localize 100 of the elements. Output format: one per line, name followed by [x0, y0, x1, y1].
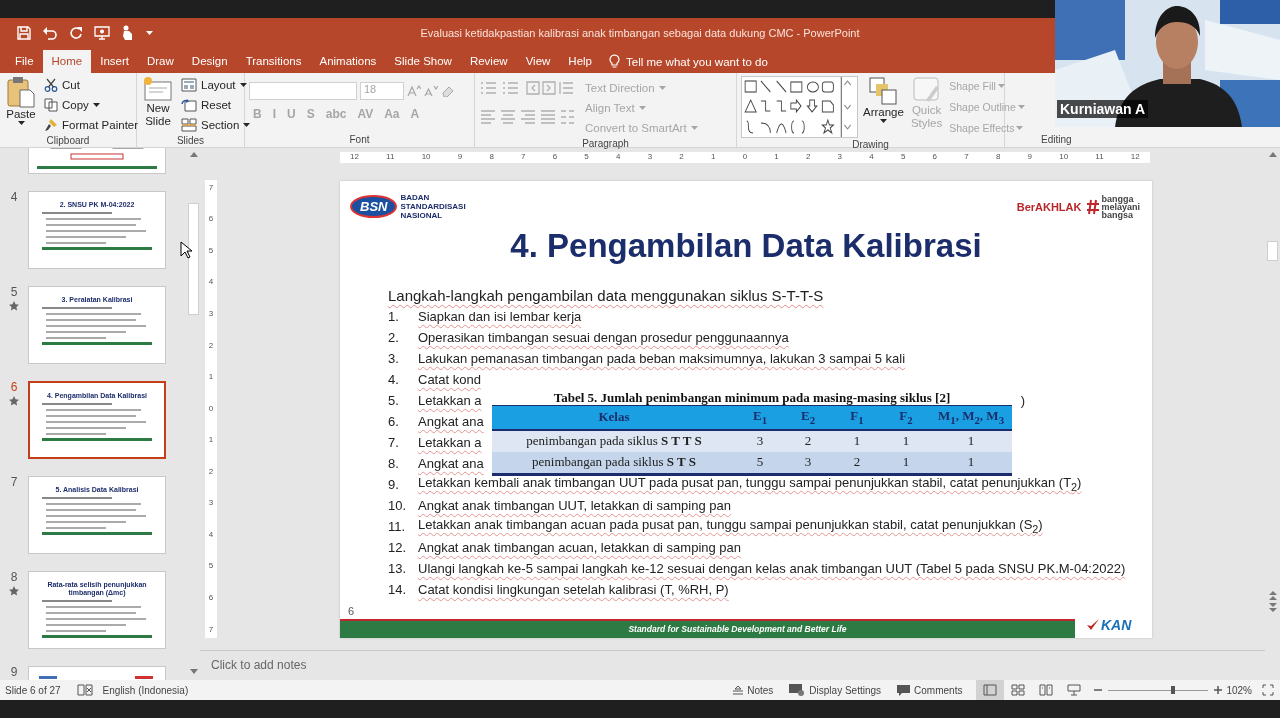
- ribbon-tab[interactable]: Draw: [138, 50, 183, 73]
- logo-text: BADAN STANDARDISASI NASIONAL: [400, 193, 467, 221]
- step-text: Catat kondisi lingkungan setelah kalibrasi (T, %RH, P): [418, 581, 729, 597]
- slogan-text: bangsa: [1101, 210, 1133, 219]
- step-text: Letakkan a: [418, 392, 482, 408]
- table-cell-text: 3: [803, 454, 813, 471]
- language-indicator[interactable]: English (Indonesia): [102, 684, 189, 696]
- column-header: F$_{2}$: [898, 408, 914, 426]
- step-text: Letakkan anak timbangan acuan pada pusat pan, tunggu sampai penunjukkan stabil, catat penunjukkan (S$_{2}$): [418, 517, 1043, 535]
- ribbon-tab[interactable]: Help: [559, 50, 601, 73]
- new-slide-button[interactable]: New Slide: [141, 76, 175, 134]
- notes-button[interactable]: Notes: [731, 684, 776, 696]
- ruler-label: 11: [386, 153, 395, 162]
- table-cell-text: 1: [901, 433, 911, 450]
- copy-button[interactable]: Copy: [42, 96, 141, 114]
- display-settings-button[interactable]: Display Settings: [787, 684, 884, 696]
- group-label: Slides: [175, 134, 206, 148]
- ruler-label: 6: [208, 594, 214, 603]
- ruler-label: 9: [1027, 153, 1032, 162]
- ruler-label: 6: [932, 153, 938, 162]
- cut-button[interactable]: Cut: [42, 76, 141, 94]
- ruler-label: 3: [208, 499, 214, 508]
- step-number: 11.: [388, 518, 407, 534]
- slogan-text: bangga: [1101, 194, 1134, 203]
- ribbon-tab[interactable]: Home: [42, 50, 92, 73]
- column-header: E$_{1}$: [751, 408, 769, 426]
- table-cell-text: 1: [901, 454, 911, 471]
- step-text: Lakukan pemanasan timbangan pada beban maksimumnya, lakukan 3 sampai 5 kali: [418, 350, 906, 366]
- painter-button[interactable]: Format Painter: [42, 116, 141, 134]
- column-header: E$_{2}$: [799, 408, 817, 426]
- column-header: F$_{1}$: [849, 408, 865, 426]
- table-caption: Tabel 5. Jumlah penimbangan minimum pada masing-masing siklus [2]: [552, 389, 952, 405]
- step-number: 1.: [388, 308, 400, 324]
- logo-text: KAN: [1101, 617, 1132, 634]
- ruler-label: 9: [457, 153, 463, 162]
- window-title: Evaluasi ketidakpastian kalibrasi anak timbangan sebagai data dukung CMC - PowerPoint: [419, 27, 861, 39]
- ruler-label: 5: [584, 153, 589, 162]
- step-text: ): [1020, 392, 1025, 408]
- ruler-label: 5: [208, 562, 214, 571]
- page-number: 6: [348, 604, 356, 619]
- slide-intro: Langkah-langkah pengambilan data menggunakan siklus S-T-T-S: [388, 286, 825, 304]
- ribbon-tab[interactable]: Review: [460, 50, 517, 73]
- ruler-label: 5: [900, 153, 906, 162]
- paste-button[interactable]: Paste: [4, 76, 38, 134]
- ruler-label: 0: [208, 404, 214, 413]
- participant-name: Kurniawan A: [1057, 100, 1149, 118]
- ruler-label: 10: [1059, 153, 1069, 162]
- step-number: 9.: [388, 476, 400, 492]
- step-number: 2.: [388, 329, 400, 345]
- comments-button[interactable]: Comments: [895, 684, 965, 696]
- step-text: Letakkan a: [418, 434, 482, 450]
- step-number: 13.: [388, 560, 408, 576]
- ribbon-tab[interactable]: View: [516, 50, 560, 73]
- ruler-label: 4: [616, 153, 621, 162]
- ruler-label: 12: [1130, 153, 1140, 162]
- ruler-label: 1: [208, 436, 214, 445]
- ruler-label: 5: [208, 246, 214, 255]
- step-number: 10.: [388, 497, 408, 513]
- zoom-level[interactable]: 102%: [1226, 684, 1252, 696]
- table-cell-text: 5: [755, 454, 765, 471]
- notes-placeholder[interactable]: Click to add notes: [211, 658, 307, 673]
- ruler-label: 4: [869, 153, 874, 162]
- step-text: Angkat ana: [418, 413, 484, 429]
- ribbon-tab[interactable]: Insert: [91, 50, 138, 73]
- table-cell-text: 3: [755, 433, 765, 450]
- table-cell-text: penimbangan pada siklus S T T S: [525, 433, 703, 450]
- ribbon-tab[interactable]: Slide Show: [385, 50, 461, 73]
- section-button[interactable]: Section: [179, 116, 253, 134]
- ruler-label: 7: [208, 183, 214, 192]
- column-header: M$_{1}$, M$_{2}$, M$_{3}$: [936, 408, 1006, 426]
- step-number: 3.: [388, 350, 400, 366]
- step-text: Siapkan dan isi lembar kerja: [418, 308, 582, 324]
- ruler-label: 3: [837, 153, 843, 162]
- ribbon-tab[interactable]: Animations: [310, 50, 386, 73]
- ribbon-tab[interactable]: Design: [182, 50, 237, 73]
- group-label: Font: [348, 133, 371, 147]
- ribbon-tab[interactable]: Transitions: [236, 50, 311, 73]
- ruler-label: 1: [208, 373, 214, 382]
- slide-counter: Slide 6 of 27: [5, 684, 61, 696]
- tell-me-search[interactable]: Tell me what you want to do: [626, 55, 768, 68]
- ruler-label: 6: [552, 153, 558, 162]
- step-text: Operasikan timbangan sesuai dengan prosedur penggunaannya: [418, 329, 789, 345]
- ruler-label: 1: [711, 153, 716, 162]
- ruler-label: 0: [742, 153, 748, 162]
- step-text: Ulangi langkah ke-5 sampai langkah ke-12 sesuai dengan kelas anak timbangan UUT (Tabel 5 pada SNSU PK.M-04:2022): [418, 560, 1126, 576]
- notes-pane[interactable]: Click to add notes: [200, 649, 1265, 680]
- ribbon-tab[interactable]: File: [6, 50, 43, 73]
- layout-button[interactable]: Layout: [179, 76, 253, 94]
- slide-number: 8: [10, 571, 18, 583]
- arrange-button[interactable]: Arrange: [861, 76, 906, 138]
- step-number: 12.: [388, 539, 408, 555]
- step-text: Angkat anak timbangan acuan, letakkan di samping pan: [418, 539, 742, 555]
- slide-number: 5: [10, 286, 18, 298]
- step-number: 6.: [388, 413, 400, 429]
- slogan-text: melayani: [1101, 202, 1140, 211]
- ruler-label: 1: [774, 153, 779, 162]
- ruler-label: 4: [208, 530, 214, 539]
- logo-mark: BSN: [350, 195, 398, 219]
- group-label: Drawing: [851, 138, 890, 152]
- step-number: 4.: [388, 371, 400, 387]
